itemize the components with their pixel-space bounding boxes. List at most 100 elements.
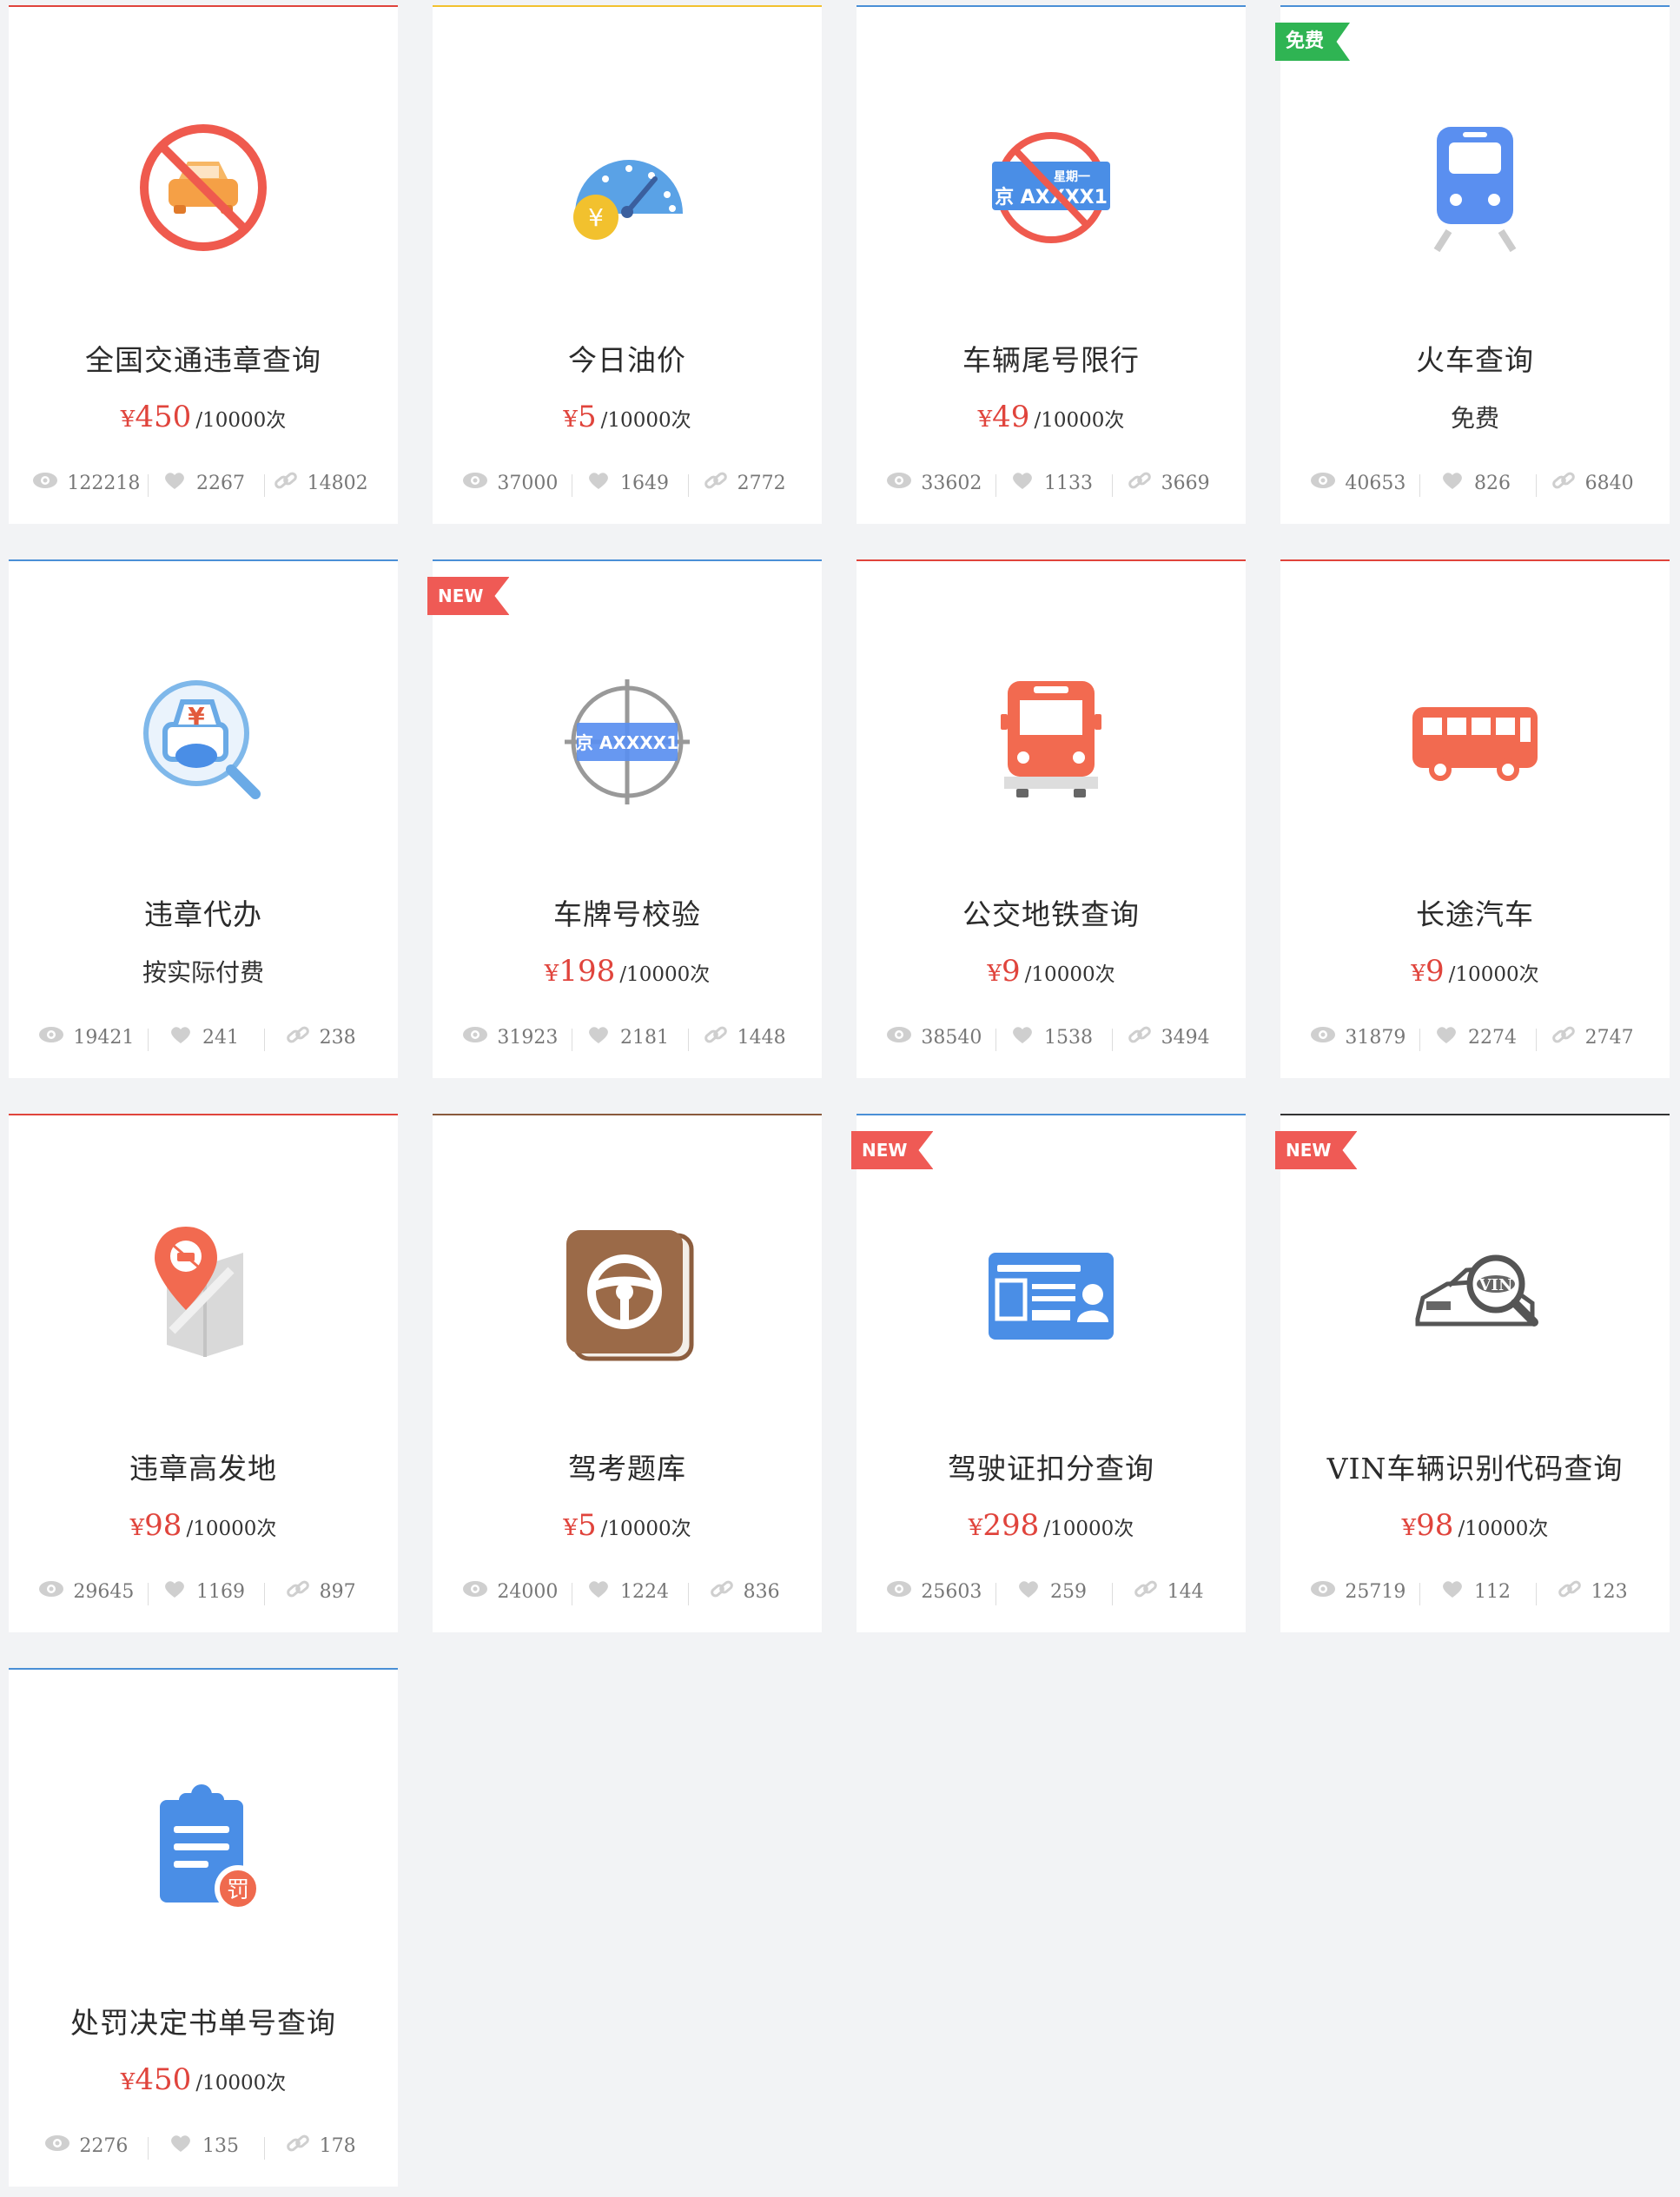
api-card[interactable]: 星期一 京 AXXXX1 车辆尾号限行 ¥49 /10000次 33602 11… (857, 5, 1246, 524)
api-card[interactable]: 长途汽车 ¥9 /10000次 31879 2274 2747 (1280, 559, 1670, 1078)
link-icon (1127, 471, 1153, 495)
svg-text:¥: ¥ (588, 203, 604, 232)
card-title[interactable]: 违章代办 (9, 891, 398, 933)
card-title[interactable]: 驾驶证扣分查询 (857, 1446, 1246, 1487)
fuel-gauge-icon: ¥ (433, 109, 822, 266)
price-symbol: ¥ (968, 1515, 983, 1541)
svg-text:星期一: 星期一 (1054, 170, 1090, 184)
card-stats: 33602 1133 3669 (876, 467, 1227, 499)
card-title[interactable]: 公交地铁查询 (857, 891, 1246, 933)
card-title[interactable]: 车牌号校验 (433, 891, 822, 933)
card-badge: 免费 (1275, 23, 1351, 61)
card-title[interactable]: 全国交通违章查询 (9, 337, 398, 379)
likes-stat[interactable]: 241 (145, 1025, 266, 1051)
likes-count: 1649 (620, 472, 669, 494)
links-count: 2772 (737, 472, 786, 494)
api-card[interactable]: NEW VIN VIN车辆识别代码查询 ¥98 /10000次 25719 11… (1275, 1114, 1670, 1632)
views-stat: 2276 (28, 2134, 149, 2160)
card-price: 按实际付费 (142, 958, 264, 987)
likes-stat[interactable]: 2274 (1417, 1025, 1538, 1051)
eye-icon (462, 1579, 488, 1604)
api-card[interactable]: 公交地铁查询 ¥9 /10000次 38540 1538 3494 (857, 559, 1246, 1078)
likes-stat[interactable]: 259 (993, 1579, 1114, 1605)
map-pin-icon (9, 1218, 398, 1374)
price-amount: 298 (982, 1508, 1040, 1543)
price-unit: /10000次 (600, 409, 691, 432)
penalty-clipboard-icon: 罚 (9, 1772, 398, 1929)
price-unit: /10000次 (1448, 963, 1539, 986)
card-title[interactable]: 车辆尾号限行 (857, 337, 1246, 379)
svg-text:罚: 罚 (227, 1877, 249, 1903)
card-price: ¥49 /10000次 (857, 400, 1246, 434)
api-card[interactable]: NEW 京 AXXXX1 车牌号校验 ¥198 /10000次 31923 21… (427, 559, 822, 1078)
likes-stat[interactable]: 112 (1417, 1579, 1538, 1605)
train-icon (1280, 109, 1670, 266)
links-count: 144 (1167, 1580, 1204, 1603)
heart-icon (168, 1025, 194, 1049)
views-stat: 25603 (876, 1579, 996, 1605)
likes-stat[interactable]: 826 (1417, 471, 1538, 497)
heart-icon (168, 2134, 194, 2158)
price-unit: /10000次 (619, 963, 711, 986)
heart-icon (1439, 1579, 1465, 1604)
links-count: 3494 (1161, 1026, 1210, 1049)
link-icon (285, 1579, 311, 1604)
links-count: 178 (319, 2134, 356, 2157)
price-unit: /10000次 (600, 1518, 691, 1540)
views-stat: 29645 (28, 1579, 149, 1605)
price-symbol: ¥ (563, 1515, 578, 1541)
views-count: 31879 (1345, 1026, 1406, 1049)
card-price: ¥98 /10000次 (1280, 1508, 1670, 1543)
likes-stat[interactable]: 1169 (145, 1579, 266, 1605)
link-icon (1133, 1579, 1159, 1604)
card-title[interactable]: 长途汽车 (1280, 891, 1670, 933)
views-count: 33602 (921, 472, 982, 494)
api-card[interactable]: ¥ 今日油价 ¥5 /10000次 37000 1649 2772 (433, 5, 822, 524)
views-stat: 31923 (452, 1025, 572, 1051)
likes-stat[interactable]: 1224 (569, 1579, 690, 1605)
api-card[interactable]: 违章高发地 ¥98 /10000次 29645 1169 897 (9, 1114, 398, 1632)
likes-stat[interactable]: 1649 (569, 471, 690, 497)
links-stat: 123 (1533, 1579, 1650, 1604)
api-card[interactable]: 免费 火车查询 免费 40653 826 6840 (1275, 5, 1670, 524)
api-card[interactable]: 全国交通违章查询 ¥450 /10000次 122218 2267 14802 (9, 5, 398, 524)
card-title[interactable]: 违章高发地 (9, 1446, 398, 1487)
likes-stat[interactable]: 135 (145, 2134, 266, 2160)
links-stat: 238 (261, 1025, 379, 1049)
links-stat: 144 (1109, 1579, 1227, 1604)
likes-stat[interactable]: 1133 (993, 471, 1114, 497)
links-count: 836 (743, 1580, 780, 1603)
card-title[interactable]: 处罚决定书单号查询 (9, 2000, 398, 2041)
price-unit: /10000次 (195, 409, 287, 432)
likes-count: 1133 (1044, 472, 1093, 494)
likes-count: 2267 (196, 472, 245, 494)
api-card[interactable]: 驾考题库 ¥5 /10000次 24000 1224 836 (433, 1114, 822, 1632)
likes-stat[interactable]: 2181 (569, 1025, 690, 1051)
links-stat: 178 (261, 2134, 379, 2158)
links-count: 1448 (737, 1026, 786, 1049)
link-icon (709, 1579, 735, 1604)
api-card[interactable]: ¥ 违章代办 按实际付费 19421 241 238 (9, 559, 398, 1078)
card-stats: 38540 1538 3494 (876, 1022, 1227, 1053)
link-icon (285, 2134, 311, 2158)
price-unit: /10000次 (1043, 1518, 1134, 1540)
api-card-grid: 全国交通违章查询 ¥450 /10000次 122218 2267 14802 … (0, 0, 1680, 2197)
api-card[interactable]: NEW 驾驶证扣分查询 ¥298 /10000次 25603 259 144 (851, 1114, 1246, 1632)
vin-car-icon: VIN (1280, 1218, 1670, 1374)
eye-icon (1310, 471, 1336, 495)
card-title[interactable]: 今日油价 (433, 337, 822, 379)
svg-text:VIN: VIN (1478, 1276, 1513, 1294)
views-count: 2276 (79, 2134, 129, 2157)
views-stat: 37000 (452, 471, 572, 497)
card-badge: NEW (427, 577, 510, 615)
card-title[interactable]: 驾考题库 (433, 1446, 822, 1487)
likes-stat[interactable]: 2267 (145, 471, 266, 497)
api-card[interactable]: 罚 处罚决定书单号查询 ¥450 /10000次 2276 135 178 (9, 1668, 398, 2187)
card-price: ¥450 /10000次 (9, 400, 398, 434)
likes-stat[interactable]: 1538 (993, 1025, 1114, 1051)
plate-target-icon: 京 AXXXX1 (433, 664, 822, 820)
card-price: ¥98 /10000次 (9, 1508, 398, 1543)
card-title[interactable]: 火车查询 (1280, 337, 1670, 379)
card-title[interactable]: VIN车辆识别代码查询 (1280, 1446, 1670, 1487)
eye-icon (886, 1579, 912, 1604)
